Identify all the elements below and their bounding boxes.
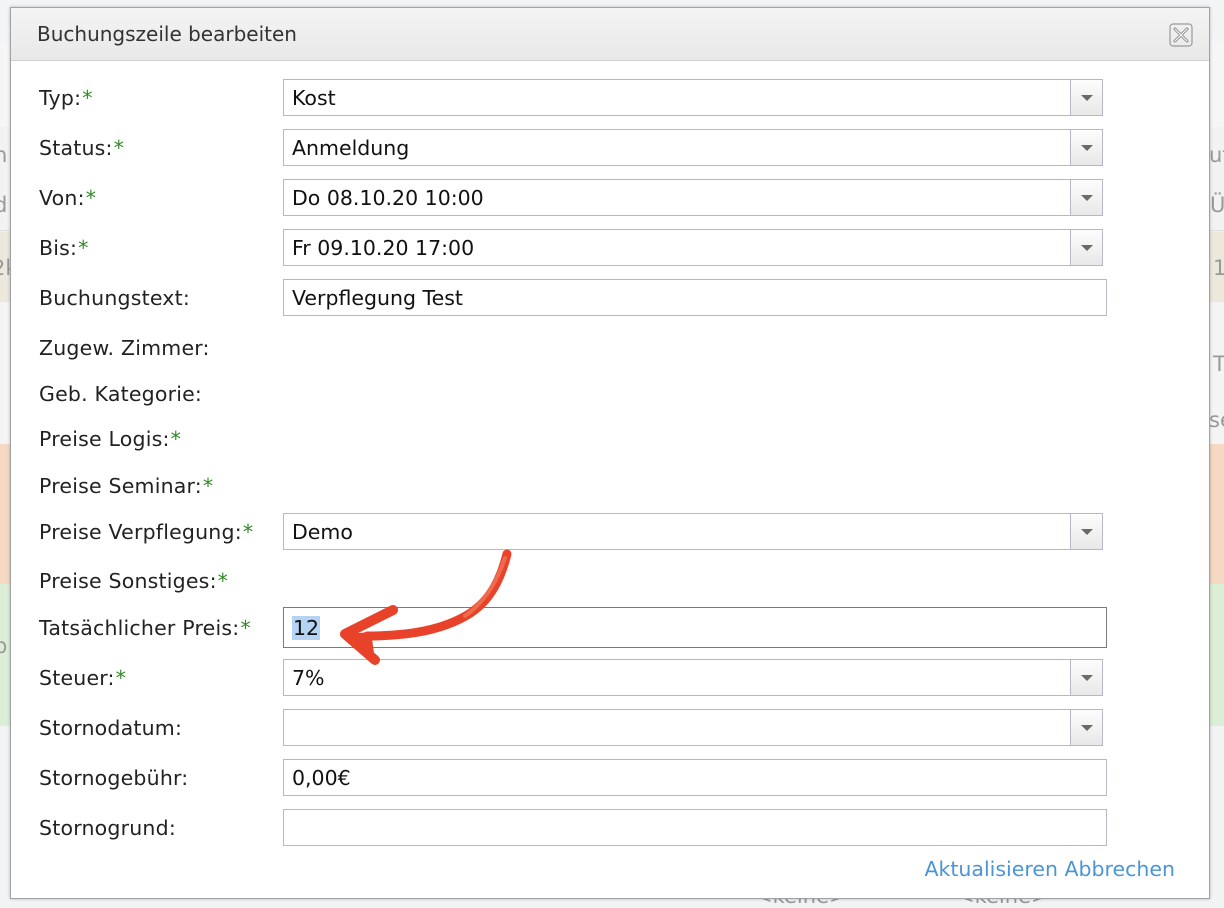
background-text: se — [1209, 408, 1224, 432]
background-text: n — [0, 143, 8, 167]
bis-label: Bis:* — [39, 236, 89, 260]
tatsaechlicher-preis-value: 12 — [292, 616, 321, 640]
buchungstext-input[interactable]: Verpflegung Test — [283, 279, 1107, 316]
background-text: Ü — [1210, 193, 1224, 217]
required-marker: * — [240, 616, 251, 640]
stornogrund-input[interactable] — [283, 809, 1107, 846]
stornodatum-dropdown-trigger[interactable] — [1070, 710, 1102, 745]
stornogebuehr-label: Stornogebühr: — [39, 766, 189, 790]
buchungstext-label: Buchungstext: — [39, 286, 190, 310]
bis-datetime-field[interactable]: Fr 09.10.20 17:00 — [283, 229, 1103, 266]
background-text: ut — [1209, 143, 1224, 167]
preise-verpflegung-select[interactable]: Demo — [283, 513, 1103, 550]
stornodatum-label: Stornodatum: — [39, 716, 183, 740]
tatsaechlicher-preis-label: Tatsächlicher Preis:* — [39, 616, 251, 640]
stornogebuehr-input[interactable]: 0,00€ — [283, 759, 1107, 796]
preise-verpflegung-label: Preise Verpflegung:* — [39, 520, 254, 544]
buchungstext-value: Verpflegung Test — [292, 286, 463, 310]
close-icon[interactable] — [1169, 23, 1193, 47]
edit-booking-line-dialog: Buchungszeile bearbeiten Typ:* Kost Stat… — [10, 7, 1210, 899]
background-text: d — [0, 193, 8, 217]
zugew-zimmer-label: Zugew. Zimmer: — [39, 336, 210, 360]
required-marker: * — [115, 666, 127, 690]
tatsaechlicher-preis-input[interactable]: 12 — [283, 607, 1107, 648]
typ-value: Kost — [292, 86, 336, 110]
typ-dropdown-trigger[interactable] — [1070, 80, 1102, 115]
required-marker: * — [78, 236, 89, 260]
stornogrund-label: Stornogrund: — [39, 816, 176, 840]
bis-value: Fr 09.10.20 17:00 — [292, 236, 475, 260]
dialog-actions: Aktualisieren Abbrechen — [925, 857, 1176, 881]
required-marker: * — [242, 520, 254, 544]
steuer-value: 7% — [292, 666, 325, 690]
dialog-header: Buchungszeile bearbeiten — [11, 8, 1209, 61]
status-dropdown-trigger[interactable] — [1070, 130, 1102, 165]
preise-seminar-label: Preise Seminar:* — [39, 474, 214, 498]
preise-logis-label: Preise Logis:* — [39, 427, 182, 451]
von-dropdown-trigger[interactable] — [1070, 180, 1102, 215]
von-value: Do 08.10.20 10:00 — [292, 186, 484, 210]
required-marker: * — [202, 474, 214, 498]
bis-dropdown-trigger[interactable] — [1070, 230, 1102, 265]
background-text: 1 — [1213, 256, 1224, 280]
update-button[interactable]: Aktualisieren — [925, 857, 1058, 881]
von-label: Von:* — [39, 186, 97, 210]
typ-select[interactable]: Kost — [283, 79, 1103, 116]
required-marker: * — [170, 427, 182, 451]
von-datetime-field[interactable]: Do 08.10.20 10:00 — [283, 179, 1103, 216]
background-text: T — [1213, 352, 1224, 376]
geb-kategorie-label: Geb. Kategorie: — [39, 382, 203, 406]
required-marker: * — [85, 186, 97, 210]
typ-label: Typ:* — [39, 86, 93, 110]
steuer-label: Steuer:* — [39, 666, 127, 690]
preise-sonstiges-label: Preise Sonstiges:* — [39, 569, 229, 593]
cancel-button[interactable]: Abbrechen — [1064, 857, 1175, 881]
background-text: p — [0, 634, 8, 658]
stornodatum-field[interactable] — [283, 709, 1103, 746]
preise-verpflegung-value: Demo — [292, 520, 353, 544]
preise-verpflegung-dropdown-trigger[interactable] — [1070, 514, 1102, 549]
required-marker: * — [82, 86, 93, 110]
stornogebuehr-value: 0,00€ — [292, 766, 351, 790]
steuer-dropdown-trigger[interactable] — [1070, 660, 1102, 695]
dialog-title: Buchungszeile bearbeiten — [37, 22, 297, 46]
steuer-select[interactable]: 7% — [283, 659, 1103, 696]
status-select[interactable]: Anmeldung — [283, 129, 1103, 166]
required-marker: * — [217, 569, 229, 593]
tatsaechlicher-preis-value-wrapper: 12 — [292, 616, 321, 640]
status-label: Status:* — [39, 136, 125, 160]
status-value: Anmeldung — [292, 136, 410, 160]
required-marker: * — [113, 136, 125, 160]
